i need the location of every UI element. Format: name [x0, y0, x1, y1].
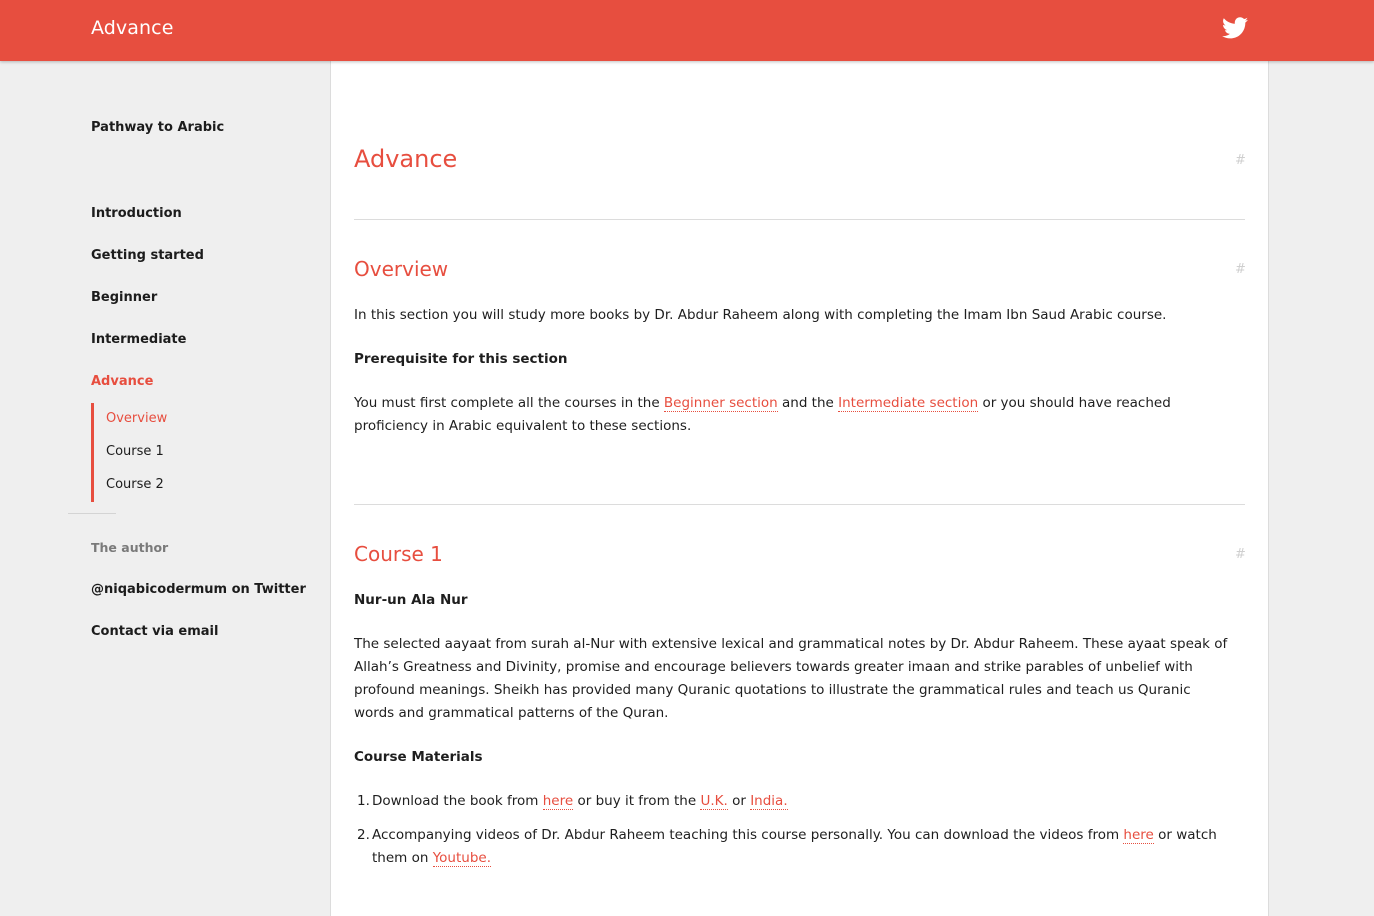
section-divider — [354, 504, 1245, 505]
sidebar-subnav: Overview Course 1 Course 2 — [91, 403, 291, 502]
course-1-heading: Course 1 — [354, 542, 443, 566]
sidebar-divider — [68, 513, 116, 514]
uk-store-link[interactable]: U.K. — [700, 793, 728, 810]
twitter-profile-link[interactable]: @niqabicodermum on Twitter — [91, 582, 306, 597]
subnav-item-course-1[interactable]: Course 1 — [106, 444, 164, 459]
main-content: Advance # Overview # In this section you… — [330, 61, 1269, 916]
book-title: Nur-un Ala Nur — [354, 592, 468, 608]
sidebar-item-introduction[interactable]: Introduction — [91, 206, 182, 221]
sidebar-item-beginner[interactable]: Beginner — [91, 290, 157, 305]
page-title-anchor[interactable]: # — [1235, 153, 1246, 168]
sidebar-author-label: The author — [91, 540, 169, 555]
sidebar-item-getting-started[interactable]: Getting started — [91, 248, 204, 263]
sidebar-item-intermediate[interactable]: Intermediate — [91, 332, 186, 347]
subnav-item-overview[interactable]: Overview — [106, 411, 167, 426]
overview-anchor[interactable]: # — [1235, 262, 1246, 277]
overview-intro: In this section you will study more book… — [354, 307, 1167, 323]
subnav-item-course-2[interactable]: Course 2 — [106, 477, 164, 492]
book-download-link[interactable]: here — [542, 793, 574, 810]
brand-title[interactable]: Advance — [91, 17, 174, 39]
course-materials-list: 1. Download the book from here or buy it … — [354, 790, 1234, 870]
video-download-link[interactable]: here — [1123, 827, 1154, 844]
intermediate-section-link[interactable]: Intermediate section — [838, 395, 979, 412]
course-materials-heading: Course Materials — [354, 749, 483, 765]
prerequisite-text: You must first complete all the courses … — [354, 395, 1171, 434]
course-1-anchor[interactable]: # — [1235, 547, 1246, 562]
list-item: 1. Download the book from here or buy it … — [357, 793, 788, 810]
prerequisite-heading: Prerequisite for this section — [354, 351, 568, 367]
sidebar-item-advance[interactable]: Advance — [91, 374, 153, 389]
beginner-section-link[interactable]: Beginner section — [663, 395, 778, 412]
course-1-description: The selected aayaat from surah al-Nur wi… — [354, 636, 1228, 721]
twitter-icon[interactable] — [1222, 17, 1248, 39]
contact-email-link[interactable]: Contact via email — [91, 624, 218, 639]
sidebar: Pathway to Arabic Introduction Getting s… — [0, 61, 330, 916]
overview-heading: Overview — [354, 257, 449, 281]
youtube-link[interactable]: Youtube. — [432, 850, 492, 867]
india-store-link[interactable]: India. — [750, 793, 788, 810]
top-navbar: Advance — [0, 0, 1374, 61]
sidebar-title[interactable]: Pathway to Arabic — [91, 120, 224, 135]
list-item: 2. Accompanying videos of Dr. Abdur Rahee… — [357, 827, 1217, 867]
page-title: Advance — [354, 145, 458, 173]
section-divider — [354, 219, 1245, 220]
